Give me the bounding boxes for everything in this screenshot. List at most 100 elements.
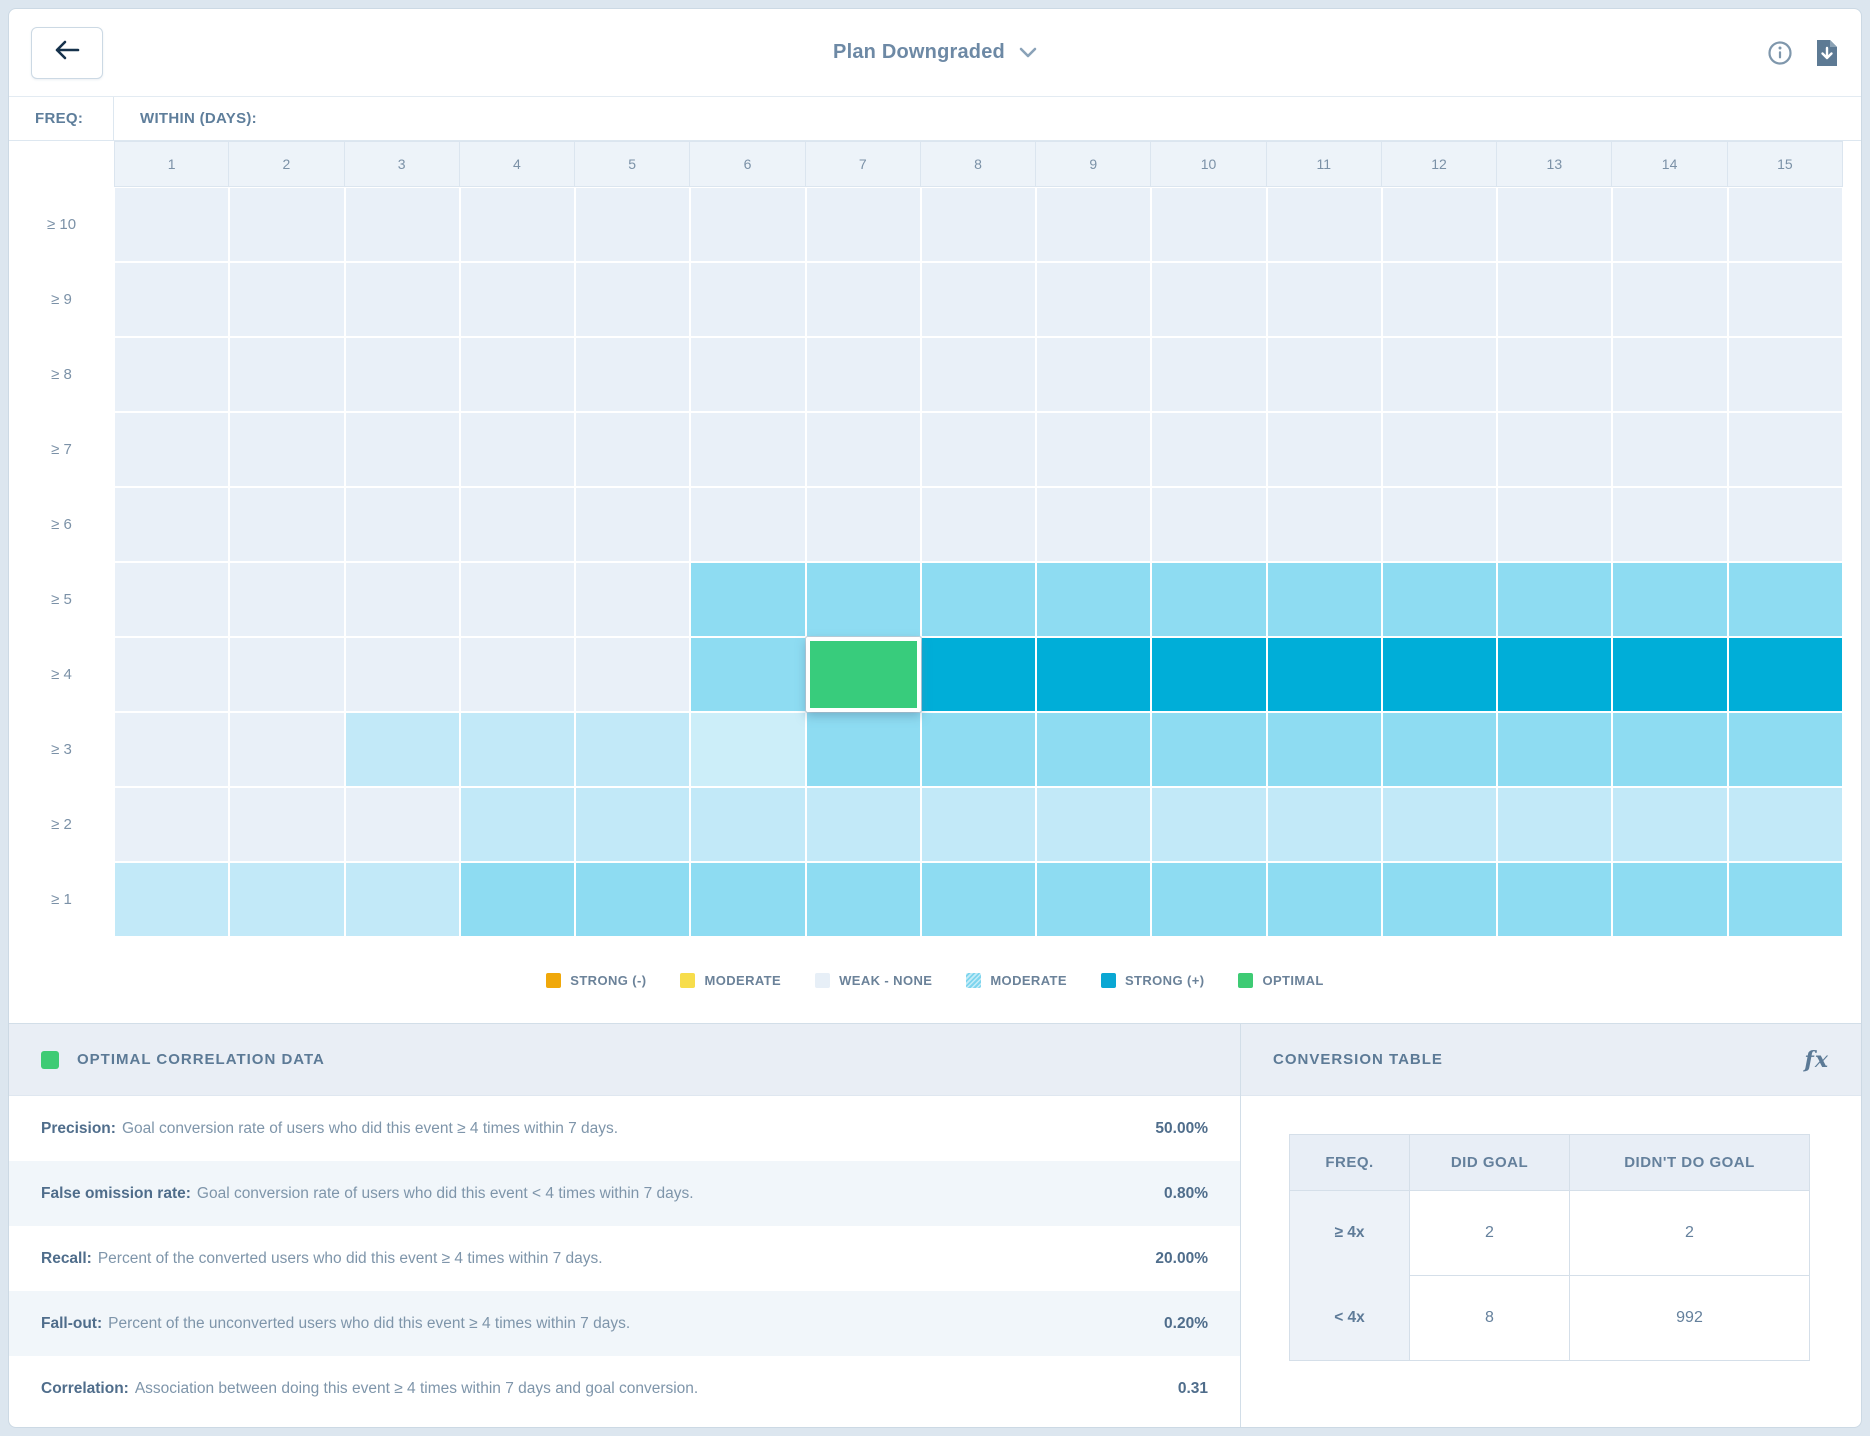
heatmap-cell[interactable] (229, 337, 344, 412)
heatmap-cell[interactable] (575, 562, 690, 637)
heatmap-cell[interactable] (114, 262, 229, 337)
heatmap-cell[interactable] (229, 412, 344, 487)
heatmap-cell[interactable] (1267, 262, 1382, 337)
heatmap-cell[interactable] (460, 862, 575, 937)
heatmap-cell[interactable] (690, 712, 805, 787)
heatmap-cell[interactable] (806, 187, 921, 262)
heatmap-cell[interactable] (690, 412, 805, 487)
heatmap-cell[interactable] (229, 787, 344, 862)
heatmap-cell[interactable] (1151, 787, 1266, 862)
back-button[interactable] (31, 27, 103, 79)
heatmap-cell[interactable] (806, 787, 921, 862)
heatmap-cell[interactable] (1728, 412, 1843, 487)
heatmap-cell[interactable] (1036, 712, 1151, 787)
heatmap-cell[interactable] (1036, 862, 1151, 937)
heatmap-cell[interactable] (460, 262, 575, 337)
heatmap-cell[interactable] (460, 487, 575, 562)
heatmap-cell[interactable] (575, 262, 690, 337)
heatmap-cell[interactable] (1612, 187, 1727, 262)
heatmap-cell[interactable] (690, 187, 805, 262)
heatmap-cell[interactable] (1036, 187, 1151, 262)
heatmap-cell[interactable] (921, 337, 1036, 412)
heatmap-cell[interactable] (114, 862, 229, 937)
heatmap-cell[interactable] (921, 187, 1036, 262)
heatmap-cell[interactable] (1612, 487, 1727, 562)
heatmap-cell[interactable] (575, 862, 690, 937)
heatmap-cell[interactable] (1036, 562, 1151, 637)
heatmap-cell[interactable] (1497, 262, 1612, 337)
heatmap-cell[interactable] (1151, 637, 1266, 712)
heatmap-cell[interactable] (1728, 262, 1843, 337)
heatmap-cell[interactable] (806, 412, 921, 487)
heatmap-cell[interactable] (1267, 487, 1382, 562)
heatmap-cell[interactable] (690, 262, 805, 337)
heatmap-cell[interactable] (460, 637, 575, 712)
heatmap-cell[interactable] (575, 187, 690, 262)
heatmap-cell[interactable] (345, 712, 460, 787)
heatmap-cell[interactable] (575, 337, 690, 412)
heatmap-cell[interactable] (1497, 712, 1612, 787)
heatmap-cell[interactable] (345, 487, 460, 562)
heatmap-cell[interactable] (1728, 562, 1843, 637)
heatmap-cell[interactable] (345, 862, 460, 937)
heatmap-cell[interactable] (1036, 262, 1151, 337)
heatmap-cell[interactable] (921, 262, 1036, 337)
heatmap-cell[interactable] (1267, 862, 1382, 937)
heatmap-cell[interactable] (1612, 262, 1727, 337)
heatmap-cell[interactable] (114, 637, 229, 712)
heatmap-cell[interactable] (690, 562, 805, 637)
heatmap-cell[interactable] (1151, 487, 1266, 562)
heatmap-cell[interactable] (1497, 862, 1612, 937)
heatmap-cell[interactable] (1497, 562, 1612, 637)
heatmap-cell[interactable] (690, 337, 805, 412)
heatmap-cell[interactable] (1267, 637, 1382, 712)
heatmap-cell[interactable] (1612, 862, 1727, 937)
heatmap-cell[interactable] (1382, 862, 1497, 937)
heatmap-cell[interactable] (345, 337, 460, 412)
heatmap-cell[interactable] (806, 712, 921, 787)
heatmap-cell[interactable] (229, 487, 344, 562)
heatmap-cell[interactable] (690, 487, 805, 562)
heatmap-cell[interactable] (921, 862, 1036, 937)
heatmap-cell[interactable] (575, 487, 690, 562)
heatmap-cell[interactable] (690, 787, 805, 862)
heatmap-cell[interactable] (460, 562, 575, 637)
heatmap-cell[interactable] (1612, 337, 1727, 412)
heatmap-cell[interactable] (114, 487, 229, 562)
heatmap-cell[interactable] (690, 862, 805, 937)
heatmap-cell[interactable] (1267, 712, 1382, 787)
heatmap-cell[interactable] (114, 412, 229, 487)
heatmap-cell[interactable] (690, 637, 805, 712)
heatmap-cell[interactable] (1151, 187, 1266, 262)
heatmap-cell[interactable] (114, 787, 229, 862)
heatmap-cell[interactable] (921, 637, 1036, 712)
heatmap-cell[interactable] (1497, 412, 1612, 487)
heatmap-cell[interactable] (1382, 412, 1497, 487)
heatmap-cell[interactable] (229, 262, 344, 337)
heatmap-cell[interactable] (114, 562, 229, 637)
heatmap-cell[interactable] (1382, 712, 1497, 787)
heatmap-cell[interactable] (1151, 562, 1266, 637)
heatmap-cell[interactable] (1382, 787, 1497, 862)
heatmap-cell[interactable] (1612, 787, 1727, 862)
heatmap-cell[interactable] (1267, 787, 1382, 862)
heatmap-cell[interactable] (1382, 187, 1497, 262)
heatmap-cell[interactable] (1036, 337, 1151, 412)
heatmap-cell[interactable] (575, 787, 690, 862)
heatmap-cell[interactable] (1151, 412, 1266, 487)
heatmap-cell[interactable] (921, 487, 1036, 562)
heatmap-cell[interactable] (1151, 712, 1266, 787)
heatmap-cell[interactable] (806, 862, 921, 937)
heatmap-cell[interactable] (114, 187, 229, 262)
heatmap-cell[interactable] (460, 412, 575, 487)
heatmap-cell[interactable] (1728, 187, 1843, 262)
heatmap-cell[interactable] (1036, 637, 1151, 712)
heatmap-cell[interactable] (229, 187, 344, 262)
heatmap-cell[interactable] (1036, 412, 1151, 487)
heatmap-cell[interactable] (1497, 487, 1612, 562)
heatmap-cell[interactable] (1612, 712, 1727, 787)
heatmap-cell[interactable] (1151, 262, 1266, 337)
chevron-down-icon[interactable] (1019, 47, 1037, 58)
heatmap-cell[interactable] (1497, 337, 1612, 412)
heatmap-cell[interactable] (460, 337, 575, 412)
